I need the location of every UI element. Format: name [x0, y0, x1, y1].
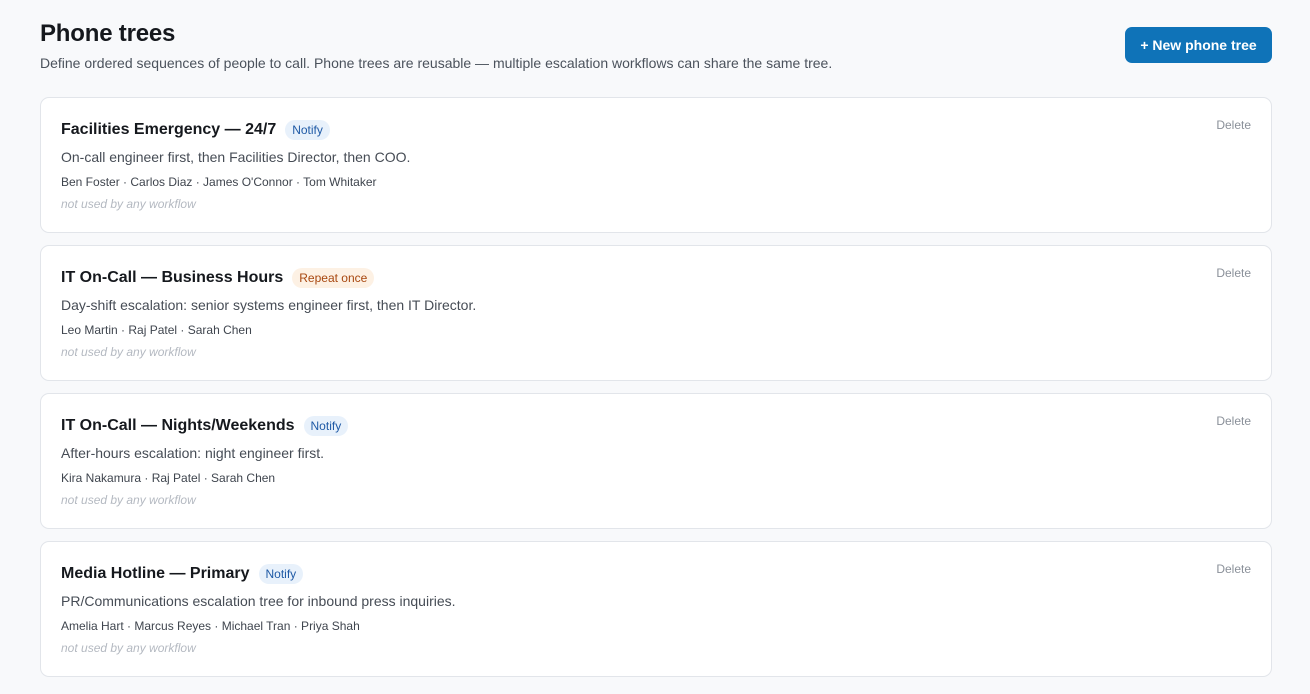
phone-tree-members: Kira Nakamura · Raj Patel · Sarah Chen	[61, 471, 276, 485]
page-header: Phone trees Define ordered sequences of …	[40, 20, 1272, 97]
phone-tree-usage: not used by any workflow	[61, 493, 196, 507]
new-phone-tree-button[interactable]: + New phone tree	[1125, 27, 1272, 63]
phone-tree-card[interactable]: IT On-Call — Business Hours Repeat once …	[40, 245, 1272, 381]
phone-tree-name: Facilities Emergency — 24/7	[61, 121, 277, 138]
page-title: Phone trees	[40, 20, 176, 47]
phone-tree-card[interactable]: Media Hotline — Primary Notify PR/Commun…	[40, 541, 1272, 677]
phone-tree-members: Ben Foster · Carlos Diaz · James O'Conno…	[61, 175, 377, 189]
phone-trees-page: Phone trees Define ordered sequences of …	[0, 0, 1310, 694]
delete-button[interactable]: Delete	[1216, 118, 1251, 132]
delete-button[interactable]: Delete	[1216, 266, 1251, 280]
delete-button[interactable]: Delete	[1216, 414, 1251, 428]
phone-tree-description: PR/Communications escalation tree for in…	[61, 593, 456, 609]
mode-badge: Notify	[258, 564, 304, 584]
phone-tree-name: IT On-Call — Business Hours	[61, 269, 284, 286]
mode-badge: Notify	[285, 120, 330, 140]
phone-tree-members: Leo Martin · Raj Patel · Sarah Chen	[61, 323, 252, 337]
page-subtitle: Define ordered sequences of people to ca…	[40, 55, 833, 71]
phone-tree-description: On-call engineer first, then Facilities …	[61, 149, 411, 165]
phone-tree-card[interactable]: Facilities Emergency — 24/7 Notify On-ca…	[40, 97, 1272, 233]
phone-tree-usage: not used by any workflow	[61, 345, 196, 359]
mode-badge: Notify	[303, 416, 349, 436]
delete-button[interactable]: Delete	[1216, 562, 1251, 576]
phone-tree-usage: not used by any workflow	[61, 641, 196, 655]
phone-tree-description: Day-shift escalation: senior systems eng…	[61, 297, 477, 313]
phone-tree-members: Amelia Hart · Marcus Reyes · Michael Tra…	[61, 619, 360, 633]
phone-tree-name: IT On-Call — Nights/Weekends	[61, 417, 295, 434]
card-title-row: Media Hotline — Primary Notify	[61, 563, 304, 585]
phone-tree-description: After-hours escalation: night engineer f…	[61, 445, 325, 461]
mode-badge: Repeat once	[292, 268, 375, 288]
phone-tree-usage: not used by any workflow	[61, 197, 196, 211]
phone-tree-list: Facilities Emergency — 24/7 Notify On-ca…	[40, 97, 1272, 677]
phone-tree-name: Media Hotline — Primary	[61, 565, 250, 582]
card-title-row: Facilities Emergency — 24/7 Notify	[61, 119, 330, 141]
phone-tree-card[interactable]: IT On-Call — Nights/Weekends Notify Afte…	[40, 393, 1272, 529]
card-title-row: IT On-Call — Business Hours Repeat once	[61, 267, 375, 289]
card-title-row: IT On-Call — Nights/Weekends Notify	[61, 415, 349, 437]
